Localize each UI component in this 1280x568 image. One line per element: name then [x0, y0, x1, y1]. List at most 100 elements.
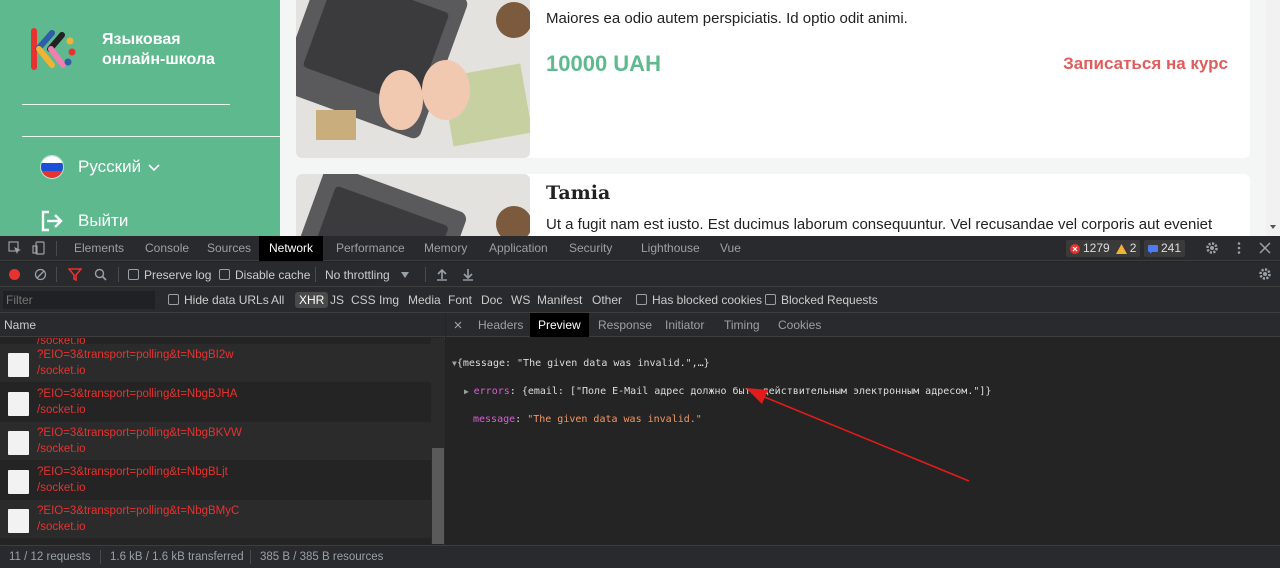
type-filter-media[interactable]: Media — [406, 292, 443, 308]
search-icon[interactable] — [94, 268, 107, 281]
blocked-requests-checkbox[interactable]: Blocked Requests — [765, 287, 878, 312]
type-filter-css[interactable]: CSS — [349, 292, 378, 308]
json-preview: ▼{message: "The given data was invalid."… — [452, 343, 991, 455]
filter-input[interactable]: Filter — [3, 291, 155, 309]
toolbar-divider — [56, 241, 57, 256]
course-image — [296, 174, 530, 236]
type-filter-all[interactable]: All — [269, 292, 286, 308]
clear-icon[interactable] — [34, 268, 47, 281]
network-settings-icon[interactable] — [1258, 267, 1272, 281]
error-count: 1279 — [1083, 241, 1110, 255]
filter-icon[interactable] — [68, 268, 82, 281]
request-path: /socket.io — [37, 443, 86, 455]
checkbox-icon — [128, 269, 139, 280]
request-row[interactable]: ?EIO=3&transport=polling&t=NbgBKVW /sock… — [0, 422, 431, 460]
preserve-log-checkbox[interactable]: Preserve log — [128, 262, 211, 287]
page-scrollbar[interactable] — [1266, 0, 1280, 236]
type-filter-manifest[interactable]: Manifest — [535, 292, 584, 308]
devtools-tab-bar: Elements Console Sources Network Perform… — [0, 236, 1280, 261]
message-counter[interactable]: 241 — [1144, 240, 1186, 257]
devtools-panel: Elements Console Sources Network Perform… — [0, 236, 1280, 568]
json-errors-key: errors — [473, 386, 510, 397]
export-har-icon[interactable] — [462, 268, 474, 281]
tab-memory[interactable]: Memory — [417, 236, 474, 261]
course-card: Maiores ea odio autem perspiciatis. Id o… — [296, 0, 1250, 158]
request-row[interactable]: ?EIO=3&transport=polling&t=NbgBJHA /sock… — [0, 383, 431, 421]
request-row[interactable]: ?EIO=3&transport=polling&t=NbgBMyC /sock… — [0, 500, 431, 538]
tab-performance[interactable]: Performance — [329, 236, 412, 261]
checkbox-icon — [765, 294, 776, 305]
tab-security[interactable]: Security — [562, 236, 619, 261]
detail-tab-response[interactable]: Response — [590, 313, 660, 337]
request-list-scrollbar[interactable] — [431, 338, 445, 544]
type-filter-other[interactable]: Other — [590, 292, 624, 308]
checkbox-icon — [219, 269, 230, 280]
disable-cache-checkbox[interactable]: Disable cache — [219, 262, 310, 287]
type-filter-doc[interactable]: Doc — [479, 292, 504, 308]
close-detail-icon[interactable] — [454, 321, 462, 329]
detail-tab-initiator[interactable]: Initiator — [657, 313, 712, 337]
type-filter-font[interactable]: Font — [446, 292, 474, 308]
sidebar-divider — [22, 104, 230, 105]
detail-tab-preview[interactable]: Preview — [530, 313, 589, 337]
more-options-icon[interactable] — [1232, 241, 1246, 255]
toolbar-divider — [56, 267, 57, 282]
detail-tab-cookies[interactable]: Cookies — [770, 313, 829, 337]
tab-sources[interactable]: Sources — [200, 236, 258, 261]
record-icon[interactable] — [8, 268, 21, 281]
resources-size: 385 B / 385 B resources — [260, 551, 384, 563]
language-selector[interactable]: Русский — [40, 154, 161, 180]
type-filter-img[interactable]: Img — [377, 292, 401, 308]
column-header-name[interactable]: Name — [0, 313, 445, 337]
toolbar-divider — [315, 267, 316, 282]
request-row[interactable]: ?EIO=3&transport=polling&t=NbgBLjt /sock… — [0, 461, 431, 499]
enroll-link[interactable]: Записаться на курс — [1063, 54, 1228, 74]
tab-elements[interactable]: Elements — [67, 236, 131, 261]
has-blocked-cookies-checkbox[interactable]: Has blocked cookies — [636, 287, 762, 312]
inspect-element-icon[interactable] — [8, 241, 22, 255]
json-summary: {message: "The given data was invalid.",… — [456, 358, 710, 369]
settings-gear-icon[interactable] — [1205, 241, 1219, 255]
school-name-line1: Языковая — [102, 31, 181, 48]
tab-vue[interactable]: Vue — [713, 236, 748, 261]
json-message-key: message — [473, 414, 516, 425]
scrollbar-thumb[interactable] — [432, 448, 444, 544]
logout-button[interactable]: Выйти — [40, 208, 128, 234]
request-path: /socket.io — [37, 482, 86, 494]
tab-console[interactable]: Console — [138, 236, 196, 261]
course-title: Tamia — [546, 182, 611, 204]
import-har-icon[interactable] — [436, 268, 448, 281]
json-message-value: "The given data was invalid." — [527, 414, 702, 425]
type-filter-xhr[interactable]: XHR — [295, 292, 329, 308]
blocked-requests-label: Blocked Requests — [781, 292, 878, 307]
request-name: ?EIO=3&transport=polling&t=NbgBJHA — [37, 388, 238, 400]
response-preview-panel: Headers Preview Response Initiator Timin… — [446, 313, 1280, 545]
throttling-label: No throttling — [325, 267, 390, 282]
detail-tab-headers[interactable]: Headers — [470, 313, 531, 337]
detail-tab-timing[interactable]: Timing — [716, 313, 768, 337]
school-name-line2: онлайн-школа — [102, 51, 215, 68]
tab-application[interactable]: Application — [482, 236, 555, 261]
device-toolbar-icon[interactable] — [32, 241, 46, 255]
hide-data-urls-checkbox[interactable]: Hide data URLs — [168, 287, 269, 312]
request-row[interactable]: ?EIO=3&transport=polling&t=NbgBI2w /sock… — [0, 344, 431, 382]
tab-network[interactable]: Network — [259, 236, 324, 261]
json-root-row[interactable]: ▼{message: "The given data was invalid."… — [452, 357, 991, 371]
course-list: Maiores ea odio autem perspiciatis. Id o… — [280, 0, 1266, 236]
request-path: /socket.io — [37, 404, 86, 416]
type-filter-js[interactable]: JS — [328, 292, 346, 308]
issue-counter[interactable]: 1279 2 — [1066, 240, 1141, 257]
requests-panel: Name /socket.io ?EIO=3&transport=polling… — [0, 313, 445, 545]
transferred-size: 1.6 kB / 1.6 kB transferred — [110, 551, 244, 563]
tab-lighthouse[interactable]: Lighthouse — [634, 236, 707, 261]
throttling-select[interactable]: No throttling — [325, 262, 410, 287]
json-message-row: message: "The given data was invalid." — [473, 414, 702, 425]
json-errors-row[interactable]: ▶ errors: {email: ["Поле E-Mail адрес до… — [452, 385, 991, 399]
warning-count: 2 — [1129, 241, 1137, 255]
collapsed-triangle-icon: ▶ — [464, 387, 474, 396]
type-filter-ws[interactable]: WS — [509, 292, 532, 308]
close-devtools-icon[interactable] — [1258, 241, 1272, 255]
scroll-down-arrow-icon[interactable] — [1266, 222, 1280, 232]
warning-icon — [1115, 243, 1127, 254]
toolbar-divider — [118, 267, 119, 282]
